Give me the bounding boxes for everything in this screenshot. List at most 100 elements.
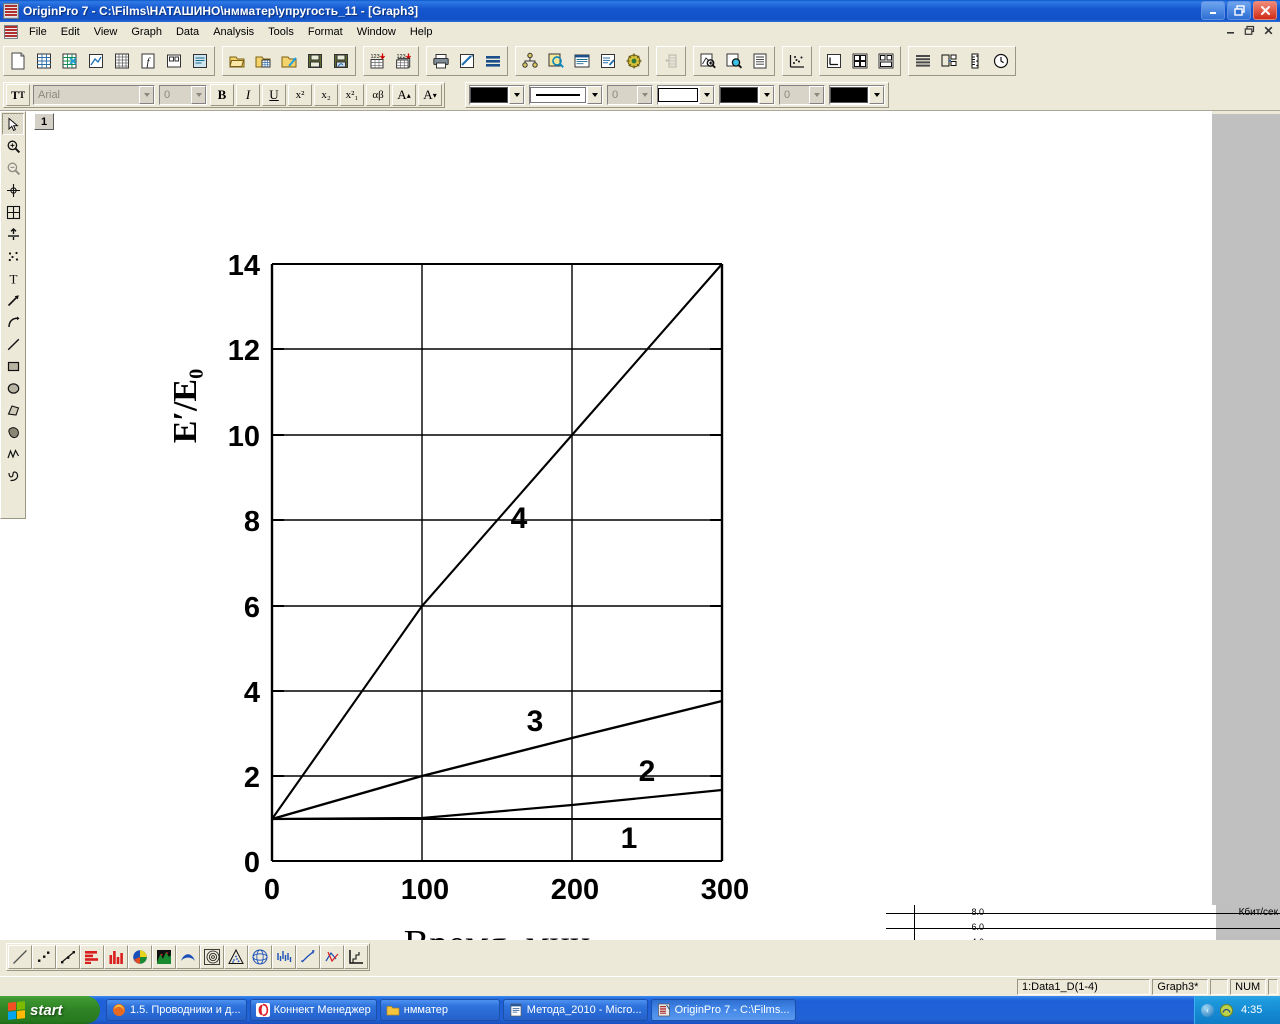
stack-icon[interactable] [911, 49, 935, 73]
results-log-icon[interactable] [544, 49, 568, 73]
taskbar-item-originpro[interactable]: OriginPro 7 - C:\Films... [650, 999, 796, 1021]
column-scale-icon[interactable] [963, 49, 987, 73]
font-family-combo[interactable]: Arial [33, 85, 155, 105]
minimize-button[interactable] [1201, 1, 1225, 20]
print-icon[interactable] [429, 49, 453, 73]
new-matrix-icon[interactable] [110, 49, 134, 73]
open-excel-icon[interactable] [251, 49, 275, 73]
chevron-down-icon[interactable] [869, 86, 884, 104]
chevron-down-icon[interactable] [809, 86, 824, 104]
mdi-close-button[interactable] [1260, 23, 1276, 38]
tray-clock[interactable]: 4:35 [1241, 1004, 1262, 1016]
freehand-region-icon[interactable] [2, 421, 24, 443]
text-tool-icon[interactable]: T [2, 267, 24, 289]
stack-lines-icon[interactable] [481, 49, 505, 73]
rectangle-tool-icon[interactable] [2, 355, 24, 377]
new-layer-icon[interactable] [822, 49, 846, 73]
subscript-button[interactable]: x₂ [314, 84, 338, 106]
import-ascii-icon[interactable]: 123 [366, 49, 390, 73]
menu-item-tools[interactable]: Tools [261, 24, 301, 40]
layer-contents-icon[interactable] [748, 49, 772, 73]
curved-arrow-icon[interactable] [2, 311, 24, 333]
menu-item-graph[interactable]: Graph [124, 24, 169, 40]
restore-button[interactable] [1227, 1, 1251, 20]
plot-canvas[interactable]: 14 12 10 8 6 4 2 0 0 100 200 300 4 3 2 1… [142, 166, 842, 940]
chevron-down-icon[interactable] [637, 86, 652, 104]
decrease-font-button[interactable]: A ▾ [418, 84, 442, 106]
open-template-icon[interactable] [277, 49, 301, 73]
add-data-icon[interactable] [785, 49, 809, 73]
screen-reader-icon[interactable] [2, 201, 24, 223]
menu-item-data[interactable]: Data [169, 24, 206, 40]
menu-item-help[interactable]: Help [403, 24, 440, 40]
rescale-icon[interactable] [696, 49, 720, 73]
worksheet-script-icon[interactable] [622, 49, 646, 73]
polygon-tool-icon[interactable] [2, 399, 24, 421]
zoom-in-icon[interactable] [2, 135, 24, 157]
line-style-combo[interactable] [529, 85, 603, 105]
ternary-plot-icon[interactable] [224, 945, 248, 969]
new-graph-icon[interactable] [84, 49, 108, 73]
graph-window[interactable]: 1 14 12 10 8 6 4 2 0 0 100 200 300 4 3 2… [27, 111, 1213, 940]
menu-item-file[interactable]: File [22, 24, 54, 40]
font-type-icon[interactable]: TT [6, 84, 30, 106]
underline-button[interactable]: U [262, 84, 286, 106]
superscript-subscript-button[interactable]: x²₁ [340, 84, 364, 106]
line-tool-icon[interactable] [2, 333, 24, 355]
pattern-color-combo[interactable] [719, 85, 775, 105]
chevron-down-icon[interactable] [699, 86, 714, 104]
bar-plot-icon[interactable] [80, 945, 104, 969]
code-builder-icon[interactable] [596, 49, 620, 73]
increase-font-button[interactable]: A ▴ [392, 84, 416, 106]
freehand-draw-icon[interactable] [2, 465, 24, 487]
mdi-minimize-button[interactable] [1222, 23, 1238, 38]
menu-item-edit[interactable]: Edit [54, 24, 87, 40]
chevron-down-icon[interactable] [191, 86, 206, 104]
import-multiple-ascii-icon[interactable]: 123 [392, 49, 416, 73]
save-template-icon[interactable] [329, 49, 353, 73]
fill-color-combo[interactable] [829, 85, 885, 105]
network-icon[interactable] [1219, 1003, 1234, 1018]
new-worksheet-icon[interactable] [32, 49, 56, 73]
new-layout-icon[interactable] [162, 49, 186, 73]
greek-button[interactable]: αβ [366, 84, 390, 106]
menu-item-analysis[interactable]: Analysis [206, 24, 261, 40]
four-panel-icon[interactable] [874, 49, 898, 73]
chevron-down-icon[interactable] [509, 86, 524, 104]
menu-item-window[interactable]: Window [350, 24, 403, 40]
new-project-icon[interactable] [6, 49, 30, 73]
timer-icon[interactable] [989, 49, 1013, 73]
foreground-color-combo[interactable] [469, 85, 525, 105]
new-function-icon[interactable]: f [136, 49, 160, 73]
column-plot-icon[interactable] [104, 945, 128, 969]
font-size-combo[interactable]: 0 [159, 85, 207, 105]
menu-item-format[interactable]: Format [301, 24, 350, 40]
open-project-icon[interactable] [225, 49, 249, 73]
extract-icon[interactable] [937, 49, 961, 73]
arrow-tool-icon[interactable] [2, 289, 24, 311]
mdi-document-icon[interactable] [4, 25, 18, 39]
layer-button-1[interactable]: 1 [34, 113, 54, 130]
polar-plot-icon[interactable] [200, 945, 224, 969]
chevron-down-icon[interactable] [587, 86, 602, 104]
xy-error-plot-icon[interactable] [296, 945, 320, 969]
taskbar-item-word[interactable]: Метода_2010 - Micro... [502, 999, 648, 1021]
stack-axes-icon[interactable] [344, 945, 368, 969]
menu-item-view[interactable]: View [87, 24, 125, 40]
line-width-combo[interactable]: 0 [607, 85, 653, 105]
taskbar-item-firefox[interactable]: 1.5. Проводники и д... [106, 999, 247, 1021]
data-reader-icon[interactable] [2, 179, 24, 201]
scatter-plot-icon[interactable] [32, 945, 56, 969]
vector-plot-icon[interactable] [272, 945, 296, 969]
bold-button[interactable]: B [210, 84, 234, 106]
mask-points-icon[interactable] [2, 245, 24, 267]
edit-mode-icon[interactable] [455, 49, 479, 73]
pointer-icon[interactable] [2, 113, 24, 135]
taskbar-item-folder[interactable]: нмматер [379, 999, 500, 1021]
fill-pattern-combo[interactable] [657, 85, 715, 105]
ellipse-tool-icon[interactable] [2, 377, 24, 399]
mdi-restore-button[interactable] [1241, 23, 1257, 38]
close-button[interactable] [1253, 1, 1277, 20]
fill-size-combo[interactable]: 0 [779, 85, 825, 105]
two-panel-icon[interactable] [848, 49, 872, 73]
